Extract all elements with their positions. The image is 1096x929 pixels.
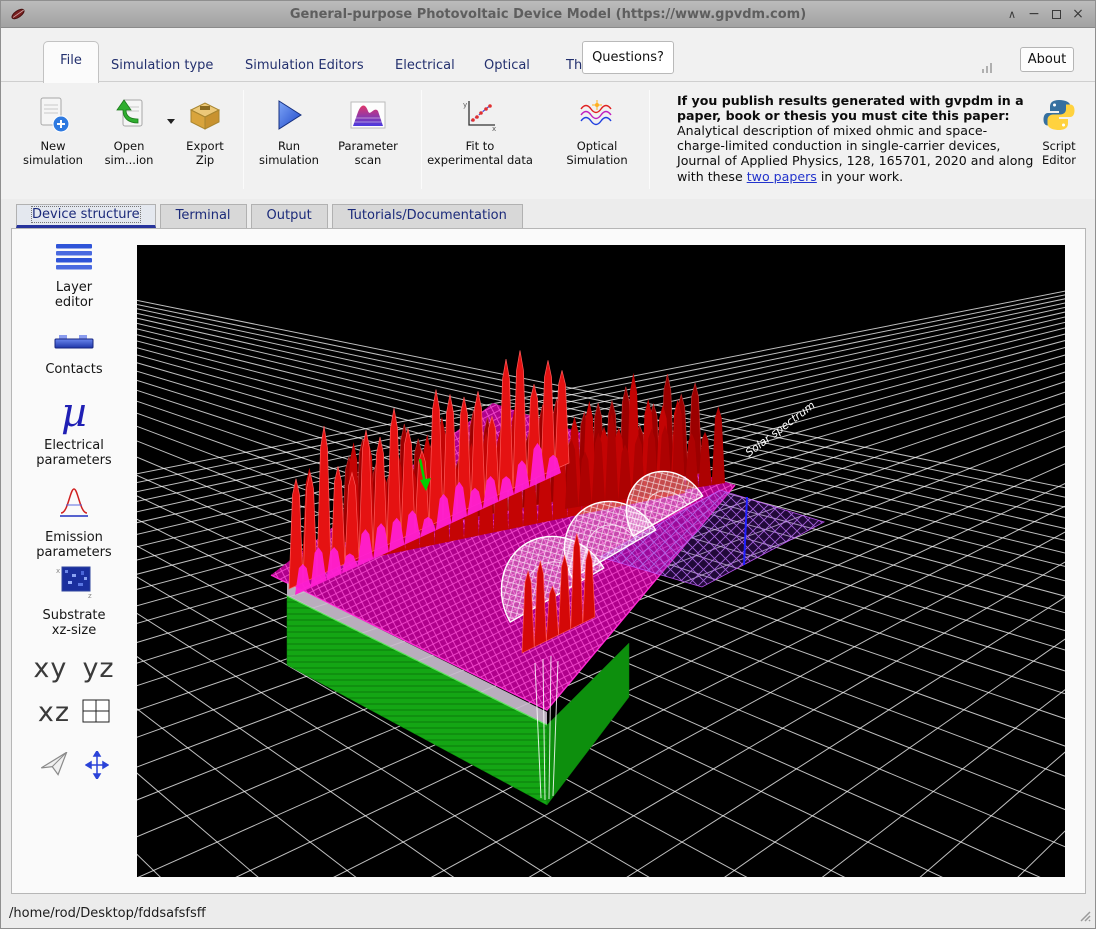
substrate-xz-size-button[interactable]: xz Substrate xz-size [12,565,136,639]
svg-text:x: x [492,125,496,131]
tab-simulation-type[interactable]: Simulation type [111,58,213,73]
layer-editor-icon [53,256,95,275]
emission-parameters-icon [55,506,93,525]
3d-scene: Solar spectrum [137,245,1065,877]
substrate-image-icon: xz [54,584,94,603]
resize-grip[interactable] [1079,908,1092,927]
titlebar: General-purpose Photovoltaic Device Mode… [1,1,1095,28]
tab-simulation-editors[interactable]: Simulation Editors [245,58,364,73]
maximize-button[interactable] [1045,1,1067,28]
script-editor-icon [1017,94,1096,136]
shade-window-button[interactable]: ∧ [1001,1,1023,28]
maximize-icon [1052,10,1061,19]
app-window: General-purpose Photovoltaic Device Mode… [0,0,1096,929]
tab-file[interactable]: File [43,41,99,83]
close-button[interactable]: × [1067,1,1089,28]
svg-text:y: y [463,101,467,109]
window-title: General-purpose Photovoltaic Device Mode… [1,1,1095,28]
citation-text: If you publish results generated with gv… [677,93,1035,184]
signal-icon [981,58,995,77]
current-path: /home/rod/Desktop/fddsafsfsff [9,906,206,921]
tab-terminal[interactable]: Terminal [160,204,247,228]
open-simulation-button[interactable]: Open sim...ion [87,94,171,168]
move-axes-icon[interactable] [85,751,109,783]
about-button[interactable]: About [1020,47,1074,72]
sidebar: Layer editor Contacts µ Electrical param… [12,229,136,893]
new-simulation-icon [11,94,95,136]
contacts-icon [52,338,96,357]
view-xz-button[interactable]: xz [38,697,70,728]
menu-tab-bar: File Simulation type Simulation Editors … [1,28,1095,82]
svg-text:z: z [88,592,92,599]
parameter-scan-icon [326,94,410,136]
svg-text:x: x [56,567,60,575]
grid-view-icon[interactable] [82,699,110,727]
tab-electrical[interactable]: Electrical [395,58,455,73]
run-simulation-icon [247,94,331,136]
open-simulation-icon [87,94,171,136]
document-tab-bar: Device structure Terminal Output Tutoria… [16,204,523,228]
statusbar: /home/rod/Desktop/fddsafsfsff [1,894,1095,929]
device-3d-viewport[interactable]: Solar spectrum [137,245,1065,877]
citation-tail: in your work. [817,169,903,184]
view-tools-row [12,751,136,783]
device-structure-panel: Layer editor Contacts µ Electrical param… [11,228,1086,894]
optical-simulation-icon [547,94,647,136]
run-simulation-button[interactable]: Run simulation [247,94,331,168]
export-zip-icon [163,94,247,136]
two-papers-link[interactable]: two papers [747,169,817,184]
toolbar-separator [243,90,244,189]
parameter-scan-button[interactable]: Parameter scan [326,94,410,168]
view-xz-row: xz [12,697,136,728]
tab-tutorials-documentation[interactable]: Tutorials/Documentation [332,204,523,228]
device-model: Solar spectrum [271,350,824,805]
questions-button[interactable]: Questions? [582,41,674,74]
tab-optical[interactable]: Optical [484,58,530,73]
layer-editor-button[interactable]: Layer editor [12,243,136,311]
minimize-button[interactable]: − [1023,1,1045,28]
optical-simulation-button[interactable]: Optical Simulation [547,94,647,168]
toolbar: New simulation Open sim...ion Export Zip… [1,82,1095,199]
toolbar-separator [649,90,650,189]
electrical-parameters-button[interactable]: µ Electrical parameters [12,393,136,469]
view-xy-button[interactable]: xy [33,653,67,684]
tab-device-structure[interactable]: Device structure [16,204,156,228]
citation-bold: If you publish results generated with gv… [677,93,1024,123]
tab-output[interactable]: Output [251,204,328,228]
export-zip-button[interactable]: Export Zip [163,94,247,168]
fit-experimental-data-button[interactable]: yx Fit to experimental data [420,94,540,168]
emission-parameters-button[interactable]: Emission parameters [12,483,136,561]
fit-data-icon: yx [420,94,540,136]
script-editor-button[interactable]: Script Editor [1017,94,1096,168]
mu-icon: µ [12,393,136,433]
view-xy-yz-buttons: xy yz [12,653,136,684]
view-yz-button[interactable]: yz [82,653,114,684]
paper-plane-icon[interactable] [39,752,71,782]
contacts-button[interactable]: Contacts [12,331,136,377]
new-simulation-button[interactable]: New simulation [11,94,95,168]
